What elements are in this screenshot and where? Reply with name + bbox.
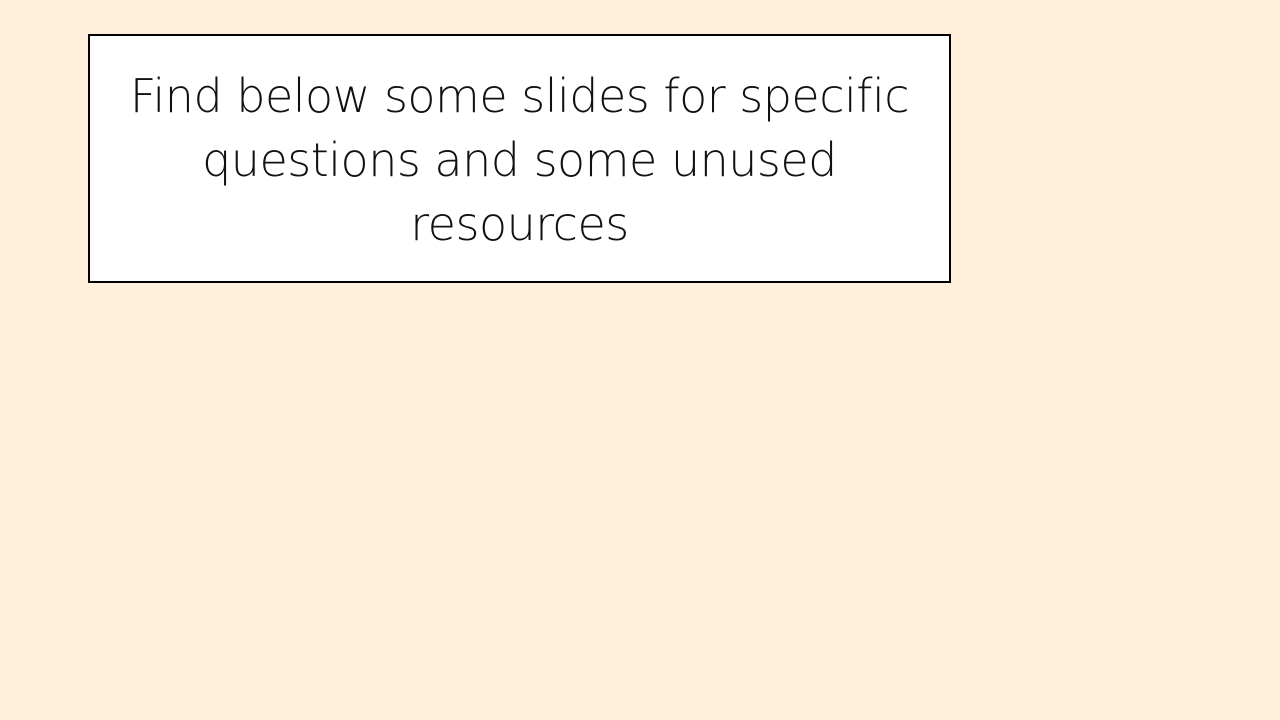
slide-canvas: Find below some slides for specific ques…	[0, 0, 1280, 720]
text-line-3: resources	[410, 197, 629, 251]
text-line-1: Find below some slides for specific	[129, 69, 910, 123]
text-box-content: Find below some slides for specific ques…	[90, 64, 949, 256]
text-box: Find below some slides for specific ques…	[88, 34, 951, 283]
text-line-2: questions and some unused	[202, 133, 837, 187]
